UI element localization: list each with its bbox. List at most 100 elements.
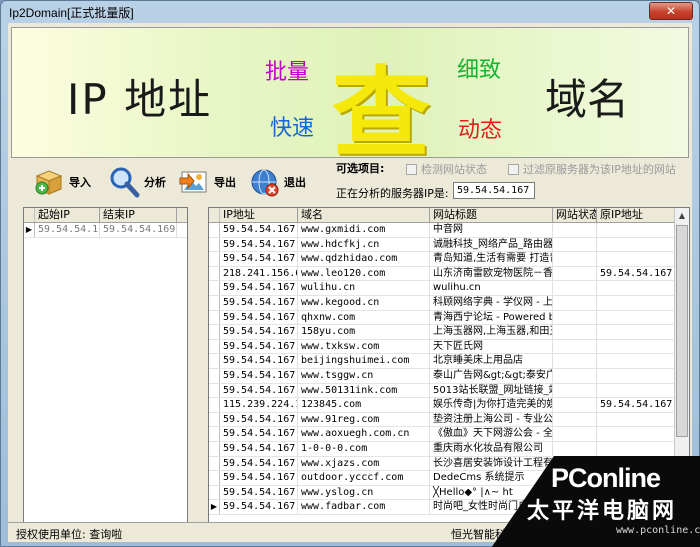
origin-ip-cell[interactable] (597, 441, 677, 456)
table-row[interactable]: 59.54.54.167 www.txksw.com 天下匠氏网 (209, 339, 689, 355)
domain-cell[interactable]: 158yu.com (298, 325, 430, 339)
import-button[interactable]: 导入 (33, 163, 91, 201)
status-cell[interactable] (553, 383, 597, 398)
origin-ip-cell[interactable] (597, 281, 677, 295)
title-cell[interactable]: 中音网 (430, 223, 553, 237)
status-cell[interactable] (553, 223, 597, 237)
title-cell[interactable]: 上海玉器网,上海玉器,和田玉 (430, 325, 553, 339)
domain-cell[interactable]: www.qdzhidao.com (298, 252, 430, 266)
ip-cell[interactable]: 59.54.54.167 (220, 441, 298, 456)
status-cell[interactable] (553, 237, 597, 252)
table-row[interactable]: 59.54.54.167 www.aoxuegh.com.cn 《傲血》天下网游公会… (209, 427, 689, 442)
status-cell[interactable] (553, 310, 597, 325)
table-row[interactable]: 59.54.54.167 www.50131ink.com 5013站长联盟_网址链… (209, 383, 689, 399)
origin-ip-cell[interactable] (597, 223, 677, 237)
domain-cell[interactable]: www.xjazs.com (298, 456, 430, 471)
title-bar[interactable]: Ip2Domain[正式批量版] ✕ (1, 1, 699, 23)
close-button[interactable]: ✕ (649, 2, 693, 20)
origin-ip-cell[interactable] (597, 325, 677, 339)
domain-cell[interactable]: 123845.com (298, 398, 430, 412)
title-cell[interactable]: 泰山广告网&gt;&gt;泰安广告 (430, 368, 553, 383)
title-cell[interactable]: 5013站长联盟_网址链接_站长 (430, 383, 553, 398)
status-cell[interactable] (553, 266, 597, 281)
ip-range-table[interactable]: 起始IP 结束IP ▶ 59.54.54.167 59.54.54.169 (23, 207, 188, 525)
origin-ip-cell[interactable] (597, 339, 677, 354)
export-button[interactable]: 导出 (178, 163, 236, 201)
origin-ip-cell[interactable] (597, 252, 677, 266)
domain-cell[interactable]: www.50131ink.com (298, 383, 430, 398)
title-cell[interactable]: 重庆雨水化妆品有限公司 (430, 441, 553, 456)
title-cell[interactable]: 垫资注册上海公司 - 专业公司 (430, 412, 553, 427)
title-cell[interactable]: 娱乐传奇|为你打造完美的娱乐 (430, 398, 553, 412)
ip-cell[interactable]: 115.239.224.145 (220, 398, 298, 412)
ip-cell[interactable]: 59.54.54.167 (220, 383, 298, 398)
domain-cell[interactable]: 1-0-0-0.com (298, 441, 430, 456)
origin-ip-cell[interactable] (597, 412, 677, 427)
title-cell[interactable]: 北京睡美床上用品店 (430, 354, 553, 368)
status-cell[interactable] (553, 398, 597, 412)
domain-cell[interactable]: wulihu.cn (298, 281, 430, 295)
status-cell[interactable] (553, 252, 597, 266)
domain-cell[interactable]: www.gxmidi.com (298, 223, 430, 237)
ip-cell[interactable]: 59.54.54.167 (220, 325, 298, 339)
title-cell[interactable]: 诚融科技_网络产品_路由器_ (430, 237, 553, 252)
domain-cell[interactable]: www.tsggw.cn (298, 368, 430, 383)
origin-ip-cell[interactable] (597, 354, 677, 368)
table-row[interactable]: 59.54.54.167 www.91reg.com 垫资注册上海公司 - 专业公司 (209, 412, 689, 428)
ip-cell[interactable]: 59.54.54.167 (220, 237, 298, 252)
ip-cell[interactable]: 59.54.54.167 (220, 223, 298, 237)
table-row[interactable]: 59.54.54.167 www.gxmidi.com 中音网 (209, 223, 689, 238)
title-cell[interactable]: DedeCms 系统提示 (430, 471, 553, 485)
server-ip-field[interactable]: 59.54.54.167 (453, 182, 535, 199)
header-domain[interactable]: 域名 (298, 208, 430, 222)
ip-cell[interactable]: 59.54.54.167 (220, 500, 298, 514)
ip-cell[interactable]: 59.54.54.167 (220, 471, 298, 485)
domain-cell[interactable]: www.hdcfkj.cn (298, 237, 430, 252)
domain-cell[interactable]: www.91reg.com (298, 412, 430, 427)
origin-ip-cell[interactable] (597, 383, 677, 398)
table-row[interactable]: 59.54.54.167 beijingshuimei.com 北京睡美床上用品店 (209, 354, 689, 369)
table-row[interactable]: 218.241.156.68www.leo120.com山东济南雷欧宠物医院－香… (209, 266, 689, 282)
status-cell[interactable] (553, 441, 597, 456)
domain-cell[interactable]: www.kegood.cn (298, 295, 430, 310)
ip-cell[interactable]: 59.54.54.167 (220, 412, 298, 427)
start-ip-cell[interactable]: 59.54.54.167 (35, 223, 100, 237)
status-cell[interactable] (553, 281, 597, 295)
analyze-button[interactable]: 分析 (108, 163, 166, 201)
title-cell[interactable]: 山东济南雷欧宠物医院－香冷 (430, 266, 553, 281)
table-row[interactable]: 59.54.54.167 qhxnw.com 青海西宁论坛 - Powered by (209, 310, 689, 326)
ip-cell[interactable]: 59.54.54.167 (220, 354, 298, 368)
filter-origin-checkbox[interactable]: 过滤原服务器为该IP地址的网站 (508, 161, 676, 177)
origin-ip-cell[interactable] (597, 427, 677, 441)
status-cell[interactable] (553, 368, 597, 383)
domain-cell[interactable]: qhxnw.com (298, 310, 430, 325)
end-ip-cell[interactable]: 59.54.54.169 (100, 223, 177, 237)
status-cell[interactable] (553, 295, 597, 310)
status-cell[interactable] (553, 325, 597, 339)
table-row[interactable]: 59.54.54.167 wulihu.cn wulihu.cn (209, 281, 689, 296)
check-site-checkbox[interactable]: 检测网站状态 (406, 161, 487, 177)
ip-cell[interactable]: 59.54.54.167 (220, 252, 298, 266)
exit-button[interactable]: 退出 (248, 163, 306, 201)
domain-cell[interactable]: www.leo120.com (298, 266, 430, 281)
table-row[interactable]: 59.54.54.167 1-0-0-0.com 重庆雨水化妆品有限公司 (209, 441, 689, 457)
table-row[interactable]: ▶ 59.54.54.167 59.54.54.169 (24, 223, 187, 238)
table-row[interactable]: 59.54.54.167 www.qdzhidao.com 青岛知道,生活有需要 打… (209, 252, 689, 267)
header-start-ip[interactable]: 起始IP (35, 208, 100, 222)
table-row[interactable]: 115.239.224.145123845.com娱乐传奇|为你打造完美的娱乐 5… (209, 398, 689, 413)
origin-ip-cell[interactable] (597, 237, 677, 252)
title-cell[interactable]: 科顾网络字典 - 学仪网 - 上 (430, 295, 553, 310)
ip-cell[interactable]: 59.54.54.167 (220, 339, 298, 354)
origin-ip-cell[interactable] (597, 310, 677, 325)
title-cell[interactable]: 长沙喜居安装饰设计工程有限 (430, 456, 553, 471)
table-row[interactable]: 59.54.54.167 www.kegood.cn 科顾网络字典 - 学仪网 - … (209, 295, 689, 311)
ip-cell[interactable]: 59.54.54.167 (220, 368, 298, 383)
table-row[interactable]: 59.54.54.167 www.tsggw.cn 泰山广告网&gt;&gt;泰安广… (209, 368, 689, 384)
title-cell[interactable]: 天下匠氏网 (430, 339, 553, 354)
title-cell[interactable]: 青岛知道,生活有需要 打造青 (430, 252, 553, 266)
domain-cell[interactable]: outdoor.ycccf.com (298, 471, 430, 485)
ip-cell[interactable]: 59.54.54.167 (220, 310, 298, 325)
ip-cell[interactable]: 218.241.156.68 (220, 266, 298, 281)
origin-ip-cell[interactable] (597, 295, 677, 310)
origin-ip-cell[interactable] (597, 368, 677, 383)
